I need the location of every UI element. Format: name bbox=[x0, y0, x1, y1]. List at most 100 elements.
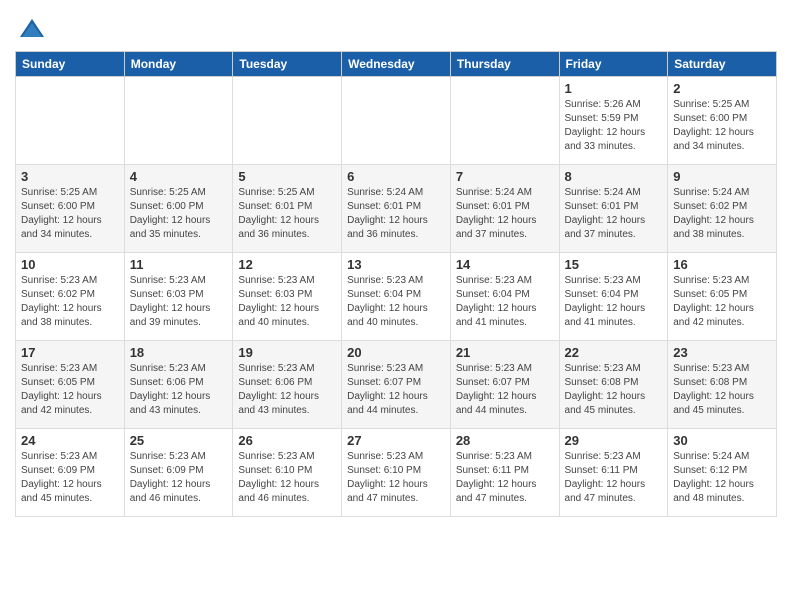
calendar-cell: 16Sunrise: 5:23 AM Sunset: 6:05 PM Dayli… bbox=[668, 253, 777, 341]
calendar-cell: 4 Sunrise: 5:25 AM Sunset: 6:00 PM Daylig… bbox=[124, 165, 233, 253]
calendar-cell: 20 Sunrise: 5:23 AM Sunset: 6:07 PM Dayli… bbox=[342, 341, 451, 429]
day-info: Sunrise: 5:23 AM Sunset: 6:10 PM Dayligh… bbox=[238, 450, 336, 506]
calendar-cell: 14Sunrise: 5:23 AM Sunset: 6:04 PM Dayli… bbox=[450, 253, 559, 341]
calendar-cell bbox=[342, 77, 451, 165]
weekday-header-thursday: Thursday bbox=[450, 52, 559, 77]
day-info: Sunrise: 5:23 AM Sunset: 6:11 PM Dayligh… bbox=[456, 450, 554, 506]
calendar-cell: 2 Sunrise: 5:25 AM Sunset: 6:00 PM Daylig… bbox=[668, 77, 777, 165]
day-number: 12 bbox=[238, 257, 336, 272]
day-number: 7 bbox=[456, 169, 554, 184]
calendar-cell: 29 Sunrise: 5:23 AM Sunset: 6:11 PM Dayli… bbox=[559, 429, 668, 517]
calendar-cell bbox=[16, 77, 125, 165]
day-number: 21 bbox=[456, 345, 554, 360]
weekday-header-wednesday: Wednesday bbox=[342, 52, 451, 77]
day-number: 6 bbox=[347, 169, 445, 184]
day-number: 4 bbox=[130, 169, 228, 184]
day-info: Sunrise: 5:24 AM Sunset: 6:01 PM Dayligh… bbox=[456, 186, 554, 242]
day-number: 17 bbox=[21, 345, 119, 360]
day-number: 5 bbox=[238, 169, 336, 184]
calendar-cell: 26 Sunrise: 5:23 AM Sunset: 6:10 PM Dayli… bbox=[233, 429, 342, 517]
day-info: Sunrise: 5:23 AM Sunset: 6:11 PM Dayligh… bbox=[565, 450, 663, 506]
day-number: 14 bbox=[456, 257, 554, 272]
calendar-cell: 6 Sunrise: 5:24 AM Sunset: 6:01 PM Daylig… bbox=[342, 165, 451, 253]
day-info: Sunrise: 5:23 AM Sunset: 6:08 PM Dayligh… bbox=[565, 362, 663, 418]
calendar-week-row: 24Sunrise: 5:23 AM Sunset: 6:09 PM Dayli… bbox=[16, 429, 777, 517]
weekday-header-saturday: Saturday bbox=[668, 52, 777, 77]
day-info: Sunrise: 5:25 AM Sunset: 6:00 PM Dayligh… bbox=[21, 186, 119, 242]
day-info: Sunrise: 5:23 AM Sunset: 6:09 PM Dayligh… bbox=[21, 450, 119, 506]
day-info: Sunrise: 5:23 AM Sunset: 6:09 PM Dayligh… bbox=[130, 450, 228, 506]
calendar-cell: 25 Sunrise: 5:23 AM Sunset: 6:09 PM Dayli… bbox=[124, 429, 233, 517]
day-info: Sunrise: 5:23 AM Sunset: 6:07 PM Dayligh… bbox=[456, 362, 554, 418]
day-number: 27 bbox=[347, 433, 445, 448]
calendar-cell: 13Sunrise: 5:23 AM Sunset: 6:04 PM Dayli… bbox=[342, 253, 451, 341]
calendar-cell: 21 Sunrise: 5:23 AM Sunset: 6:07 PM Dayli… bbox=[450, 341, 559, 429]
calendar-cell bbox=[450, 77, 559, 165]
logo-text bbox=[15, 15, 46, 43]
calendar-cell: 22Sunrise: 5:23 AM Sunset: 6:08 PM Dayli… bbox=[559, 341, 668, 429]
calendar-cell: 30 Sunrise: 5:24 AM Sunset: 6:12 PM Dayli… bbox=[668, 429, 777, 517]
day-number: 19 bbox=[238, 345, 336, 360]
day-info: Sunrise: 5:25 AM Sunset: 6:00 PM Dayligh… bbox=[130, 186, 228, 242]
day-number: 18 bbox=[130, 345, 228, 360]
calendar-cell: 18 Sunrise: 5:23 AM Sunset: 6:06 PM Dayli… bbox=[124, 341, 233, 429]
day-info: Sunrise: 5:26 AM Sunset: 5:59 PM Dayligh… bbox=[565, 98, 663, 154]
calendar-header-row: SundayMondayTuesdayWednesdayThursdayFrid… bbox=[16, 52, 777, 77]
calendar-cell: 3 Sunrise: 5:25 AM Sunset: 6:00 PM Daylig… bbox=[16, 165, 125, 253]
day-number: 2 bbox=[673, 81, 771, 96]
day-number: 26 bbox=[238, 433, 336, 448]
calendar-week-row: 17 Sunrise: 5:23 AM Sunset: 6:05 PM Dayli… bbox=[16, 341, 777, 429]
day-number: 9 bbox=[673, 169, 771, 184]
day-number: 10 bbox=[21, 257, 119, 272]
day-number: 28 bbox=[456, 433, 554, 448]
day-number: 3 bbox=[21, 169, 119, 184]
calendar-cell: 19 Sunrise: 5:23 AM Sunset: 6:06 PM Dayli… bbox=[233, 341, 342, 429]
day-info: Sunrise: 5:23 AM Sunset: 6:07 PM Dayligh… bbox=[347, 362, 445, 418]
calendar-cell: 8 Sunrise: 5:24 AM Sunset: 6:01 PM Daylig… bbox=[559, 165, 668, 253]
day-info: Sunrise: 5:24 AM Sunset: 6:01 PM Dayligh… bbox=[565, 186, 663, 242]
calendar-cell bbox=[124, 77, 233, 165]
day-number: 25 bbox=[130, 433, 228, 448]
calendar-week-row: 3 Sunrise: 5:25 AM Sunset: 6:00 PM Daylig… bbox=[16, 165, 777, 253]
day-info: Sunrise: 5:25 AM Sunset: 6:01 PM Dayligh… bbox=[238, 186, 336, 242]
calendar-cell: 27 Sunrise: 5:23 AM Sunset: 6:10 PM Dayli… bbox=[342, 429, 451, 517]
calendar-cell: 7 Sunrise: 5:24 AM Sunset: 6:01 PM Daylig… bbox=[450, 165, 559, 253]
weekday-header-monday: Monday bbox=[124, 52, 233, 77]
day-number: 29 bbox=[565, 433, 663, 448]
logo-icon bbox=[18, 15, 46, 43]
calendar-cell: 5 Sunrise: 5:25 AM Sunset: 6:01 PM Daylig… bbox=[233, 165, 342, 253]
calendar-cell: 12 Sunrise: 5:23 AM Sunset: 6:03 PM Dayli… bbox=[233, 253, 342, 341]
calendar-cell: 24Sunrise: 5:23 AM Sunset: 6:09 PM Dayli… bbox=[16, 429, 125, 517]
calendar-cell: 28 Sunrise: 5:23 AM Sunset: 6:11 PM Dayli… bbox=[450, 429, 559, 517]
day-info: Sunrise: 5:23 AM Sunset: 6:03 PM Dayligh… bbox=[130, 274, 228, 330]
calendar-cell bbox=[233, 77, 342, 165]
day-number: 30 bbox=[673, 433, 771, 448]
day-info: Sunrise: 5:25 AM Sunset: 6:00 PM Dayligh… bbox=[673, 98, 771, 154]
calendar-cell: 11Sunrise: 5:23 AM Sunset: 6:03 PM Dayli… bbox=[124, 253, 233, 341]
day-number: 8 bbox=[565, 169, 663, 184]
day-number: 23 bbox=[673, 345, 771, 360]
day-info: Sunrise: 5:24 AM Sunset: 6:01 PM Dayligh… bbox=[347, 186, 445, 242]
day-number: 20 bbox=[347, 345, 445, 360]
day-info: Sunrise: 5:23 AM Sunset: 6:06 PM Dayligh… bbox=[238, 362, 336, 418]
day-number: 15 bbox=[565, 257, 663, 272]
day-info: Sunrise: 5:23 AM Sunset: 6:10 PM Dayligh… bbox=[347, 450, 445, 506]
day-number: 1 bbox=[565, 81, 663, 96]
calendar-cell: 17 Sunrise: 5:23 AM Sunset: 6:05 PM Dayli… bbox=[16, 341, 125, 429]
day-info: Sunrise: 5:23 AM Sunset: 6:04 PM Dayligh… bbox=[565, 274, 663, 330]
day-info: Sunrise: 5:24 AM Sunset: 6:02 PM Dayligh… bbox=[673, 186, 771, 242]
day-info: Sunrise: 5:23 AM Sunset: 6:05 PM Dayligh… bbox=[21, 362, 119, 418]
logo bbox=[15, 15, 46, 43]
weekday-header-friday: Friday bbox=[559, 52, 668, 77]
page-header bbox=[15, 10, 777, 43]
day-info: Sunrise: 5:23 AM Sunset: 6:06 PM Dayligh… bbox=[130, 362, 228, 418]
day-info: Sunrise: 5:23 AM Sunset: 6:04 PM Dayligh… bbox=[347, 274, 445, 330]
day-info: Sunrise: 5:24 AM Sunset: 6:12 PM Dayligh… bbox=[673, 450, 771, 506]
calendar-table: SundayMondayTuesdayWednesdayThursdayFrid… bbox=[15, 51, 777, 517]
calendar-week-row: 1 Sunrise: 5:26 AM Sunset: 5:59 PM Daylig… bbox=[16, 77, 777, 165]
day-info: Sunrise: 5:23 AM Sunset: 6:05 PM Dayligh… bbox=[673, 274, 771, 330]
calendar-cell: 9 Sunrise: 5:24 AM Sunset: 6:02 PM Daylig… bbox=[668, 165, 777, 253]
calendar-cell: 15 Sunrise: 5:23 AM Sunset: 6:04 PM Dayli… bbox=[559, 253, 668, 341]
weekday-header-tuesday: Tuesday bbox=[233, 52, 342, 77]
day-info: Sunrise: 5:23 AM Sunset: 6:03 PM Dayligh… bbox=[238, 274, 336, 330]
